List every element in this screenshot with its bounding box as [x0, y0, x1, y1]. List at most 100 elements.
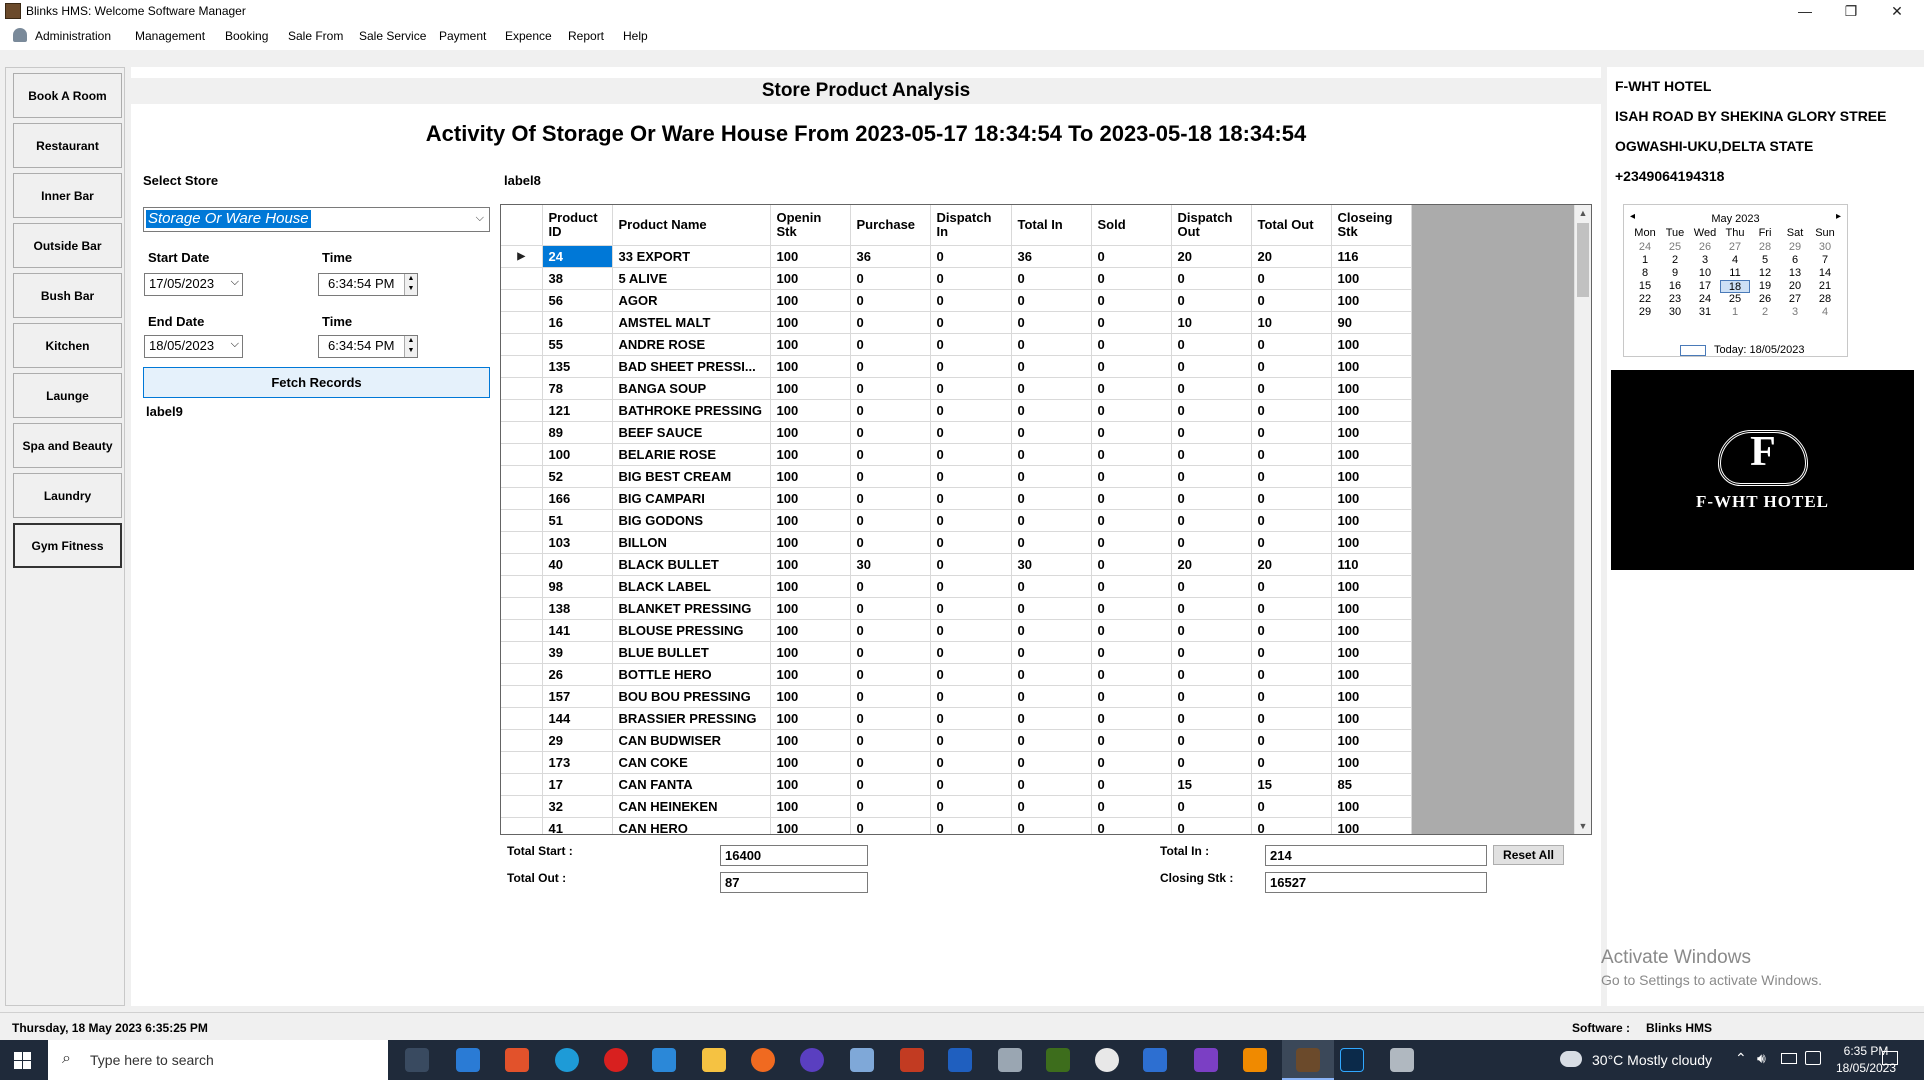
row-header-cell[interactable] [501, 267, 543, 290]
table-cell[interactable]: 0 [930, 487, 1012, 510]
table-cell[interactable]: 100 [1331, 487, 1412, 510]
table-cell[interactable]: 0 [1171, 399, 1252, 422]
table-cell[interactable]: 0 [1171, 729, 1252, 752]
table-cell[interactable]: 20 [1171, 245, 1252, 268]
table-cell[interactable]: 0 [930, 641, 1012, 664]
row-header-cell[interactable] [501, 377, 543, 400]
product-data-grid[interactable]: Product ID Product Name Openin Stk Purch… [500, 204, 1592, 835]
row-header-cell[interactable] [501, 333, 543, 356]
row-header-cell[interactable] [501, 509, 543, 532]
table-cell[interactable]: 0 [930, 729, 1012, 752]
powershell-icon[interactable] [948, 1048, 972, 1072]
table-cell[interactable]: 0 [930, 707, 1012, 730]
calendar-day[interactable]: 1 [1720, 306, 1750, 319]
table-cell[interactable]: 0 [1091, 311, 1172, 334]
menu-sale-service[interactable]: Sale Service [359, 29, 426, 43]
nav-bush-bar[interactable]: Bush Bar [13, 273, 122, 318]
table-cell[interactable]: 100 [542, 443, 613, 466]
total-in-field[interactable]: 214 [1265, 845, 1487, 866]
calendar-day[interactable]: 30 [1660, 306, 1690, 319]
menu-expence[interactable]: Expence [505, 29, 552, 43]
table-cell[interactable]: 100 [770, 399, 851, 422]
table-row[interactable]: 89 BEEF SAUCE 100 0 0 0 0 0 0 100 [501, 421, 1412, 444]
table-row[interactable]: 56 AGOR 100 0 0 0 0 0 0 100 [501, 289, 1412, 312]
notifications-icon[interactable] [1882, 1051, 1898, 1065]
table-cell[interactable]: 157 [542, 685, 613, 708]
column-header[interactable]: Total In [1011, 205, 1092, 246]
table-cell[interactable]: 0 [930, 333, 1012, 356]
calendar-day[interactable]: 13 [1780, 267, 1810, 280]
row-header-cell[interactable] [501, 641, 543, 664]
table-cell[interactable]: 100 [770, 553, 851, 576]
table-cell[interactable]: 166 [542, 487, 613, 510]
calendar-day[interactable]: 24 [1690, 293, 1720, 306]
table-cell[interactable]: 78 [542, 377, 613, 400]
table-cell[interactable]: 10 [1251, 311, 1332, 334]
start-date-picker[interactable]: 17/05/2023 ⌵ [144, 273, 243, 296]
time-spinner-icon[interactable]: ▲ ▼ [404, 336, 417, 357]
vpn-icon[interactable] [800, 1048, 824, 1072]
table-cell[interactable]: BAD SHEET PRESSI... [612, 355, 771, 378]
table-cell[interactable]: 0 [1251, 333, 1332, 356]
table-row[interactable]: 78 BANGA SOUP 100 0 0 0 0 0 0 100 [501, 377, 1412, 400]
photoshop-icon[interactable] [1340, 1048, 1364, 1072]
table-cell[interactable]: BIG BEST CREAM [612, 465, 771, 488]
network-icon[interactable] [1805, 1051, 1821, 1065]
calendar-day[interactable]: 9 [1660, 267, 1690, 280]
table-row[interactable]: 141 BLOUSE PRESSING 100 0 0 0 0 0 0 100 [501, 619, 1412, 642]
lightning-app-icon[interactable] [1143, 1048, 1167, 1072]
table-cell[interactable]: 0 [1171, 641, 1252, 664]
store-icon[interactable] [652, 1048, 676, 1072]
table-cell[interactable]: 0 [1251, 619, 1332, 642]
table-cell[interactable]: 0 [1171, 707, 1252, 730]
table-cell[interactable]: 100 [1331, 465, 1412, 488]
table-cell[interactable]: 38 [542, 267, 613, 290]
row-header-cell[interactable] [501, 311, 543, 334]
mail-icon[interactable] [456, 1048, 480, 1072]
table-cell[interactable]: 26 [542, 663, 613, 686]
table-cell[interactable]: BATHROKE PRESSING [612, 399, 771, 422]
table-cell[interactable]: 15 [1251, 773, 1332, 796]
calendar-day[interactable]: 18 [1720, 280, 1750, 293]
table-cell[interactable]: BIG GODONS [612, 509, 771, 532]
restore-button[interactable]: ❐ [1828, 0, 1874, 22]
table-cell[interactable]: 0 [850, 267, 931, 290]
table-cell[interactable]: 0 [850, 751, 931, 774]
table-cell[interactable]: 100 [1331, 377, 1412, 400]
table-cell[interactable]: 17 [542, 773, 613, 796]
nav-laundry[interactable]: Laundry [13, 473, 122, 518]
row-header-cell[interactable] [501, 773, 543, 796]
column-header[interactable]: Total Out [1251, 205, 1332, 246]
table-cell[interactable]: 0 [1171, 333, 1252, 356]
table-cell[interactable]: 32 [542, 795, 613, 818]
column-header[interactable]: Product Name [612, 205, 771, 246]
table-row[interactable]: 29 CAN BUDWISER 100 0 0 0 0 0 0 100 [501, 729, 1412, 752]
table-cell[interactable]: 0 [1171, 663, 1252, 686]
windows-start-icon[interactable] [14, 1052, 31, 1069]
table-cell[interactable]: 0 [850, 795, 931, 818]
table-cell[interactable]: 0 [930, 311, 1012, 334]
table-cell[interactable]: 100 [1331, 575, 1412, 598]
table-cell[interactable]: 0 [1011, 707, 1092, 730]
closing-stk-field[interactable]: 16527 [1265, 872, 1487, 893]
table-cell[interactable]: 0 [850, 333, 931, 356]
calendar-day[interactable]: 4 [1720, 254, 1750, 267]
table-cell[interactable]: 0 [1011, 795, 1092, 818]
calendar-day[interactable]: 7 [1810, 254, 1840, 267]
menu-report[interactable]: Report [568, 29, 604, 43]
opera-browser-icon[interactable] [604, 1048, 628, 1072]
calendar-day[interactable]: 27 [1780, 293, 1810, 306]
calendar-day[interactable]: 2 [1660, 254, 1690, 267]
table-cell[interactable]: 36 [850, 245, 931, 268]
taskbar-search-box[interactable]: ⌕ Type here to search [48, 1040, 388, 1080]
table-cell[interactable]: 0 [1011, 399, 1092, 422]
row-header-cell[interactable] [501, 795, 543, 818]
table-cell[interactable]: 24 [542, 245, 613, 268]
table-cell[interactable]: 0 [1091, 817, 1172, 834]
table-cell[interactable]: 0 [930, 399, 1012, 422]
table-row[interactable]: 103 BILLON 100 0 0 0 0 0 0 100 [501, 531, 1412, 554]
table-cell[interactable]: BIG CAMPARI [612, 487, 771, 510]
row-header-cell[interactable] [501, 707, 543, 730]
database-icon[interactable] [1390, 1048, 1414, 1072]
table-row[interactable]: 41 CAN HERO 100 0 0 0 0 0 0 100 [501, 817, 1412, 834]
